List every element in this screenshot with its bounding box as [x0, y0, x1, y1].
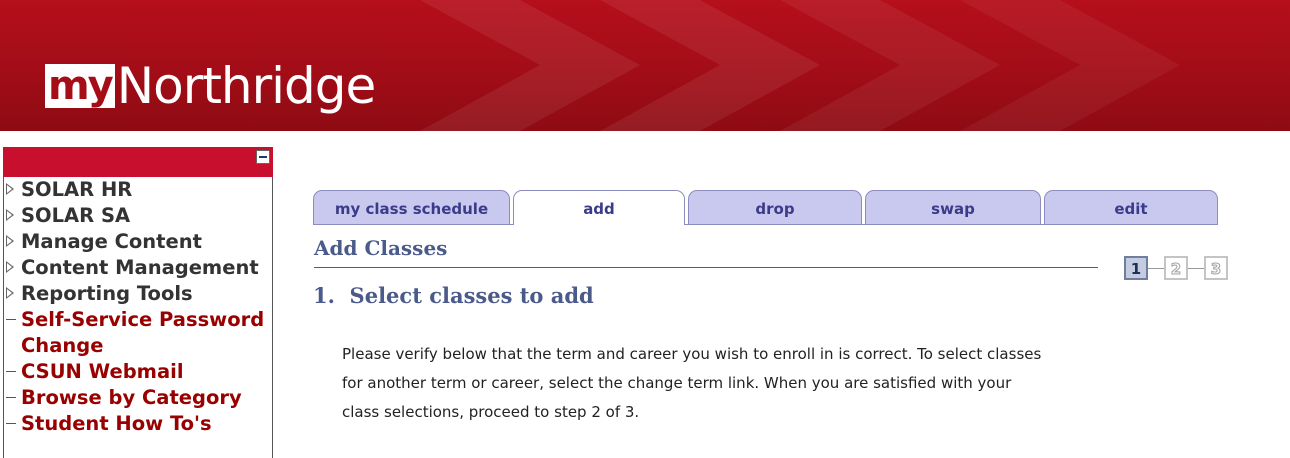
logo-northridge: Northridge — [116, 57, 377, 115]
menu-item-label: Reporting Tools — [21, 282, 193, 305]
step-3-indicator: 3 — [1204, 256, 1228, 280]
step-progress-indicator: 1 2 3 — [1124, 256, 1228, 282]
instructions-text: Please verify below that the term and ca… — [342, 345, 1042, 421]
step-1-indicator: 1 — [1124, 256, 1148, 280]
menu-header-bar — [3, 147, 273, 177]
page-title: Add Classes — [314, 236, 448, 260]
expand-arrow-icon — [6, 209, 14, 221]
site-banner: my Northridge — [0, 0, 1290, 131]
menu-item-reporting-tools[interactable]: Reporting Tools — [4, 281, 272, 307]
menu-item-label: SOLAR HR — [21, 178, 133, 201]
title-divider — [314, 267, 1098, 268]
menu-item-label: Content Management — [21, 256, 259, 279]
menu-item-browse-by-category[interactable]: Browse by Category — [4, 385, 272, 411]
menu-link-label[interactable]: Browse by Category — [21, 385, 242, 411]
tab-edit[interactable]: edit — [1044, 190, 1218, 224]
leaf-dash-icon — [6, 371, 16, 372]
left-navigation-menu: SOLAR HR SOLAR SA Manage Content Content… — [3, 177, 273, 458]
menu-link-label[interactable]: CSUN Webmail — [21, 359, 184, 385]
step-connector — [1188, 268, 1204, 269]
leaf-dash-icon — [6, 423, 16, 424]
logo-my: my — [45, 64, 115, 108]
menu-link-label-continued[interactable]: Change — [21, 333, 103, 359]
menu-item-label: SOLAR SA — [21, 204, 131, 227]
tab-drop[interactable]: drop — [688, 190, 862, 224]
step-connector — [1148, 268, 1164, 269]
menu-item-solar-sa[interactable]: SOLAR SA — [4, 203, 272, 229]
step-2-indicator: 2 — [1164, 256, 1188, 280]
menu-item-csun-webmail[interactable]: CSUN Webmail — [4, 359, 272, 385]
expand-arrow-icon — [6, 235, 14, 247]
menu-item-label: Manage Content — [21, 230, 202, 253]
expand-arrow-icon — [6, 261, 14, 273]
tab-my-class-schedule[interactable]: my class schedule — [313, 190, 510, 224]
menu-item-solar-hr[interactable]: SOLAR HR — [4, 177, 272, 203]
tab-add[interactable]: add — [513, 190, 685, 225]
menu-item-student-how-tos[interactable]: Student How To's — [4, 411, 272, 437]
leaf-dash-icon — [6, 397, 16, 398]
tab-swap[interactable]: swap — [865, 190, 1041, 224]
collapse-menu-button[interactable] — [256, 150, 270, 164]
expand-arrow-icon — [6, 183, 14, 195]
menu-item-self-service-password-change[interactable]: Self-Service Password Change — [4, 307, 272, 359]
menu-item-content-management[interactable]: Content Management — [4, 255, 272, 281]
expand-arrow-icon — [6, 287, 14, 299]
menu-link-label[interactable]: Student How To's — [21, 411, 212, 437]
step-heading: 1. Select classes to add — [313, 283, 594, 308]
menu-link-label[interactable]: Self-Service Password — [21, 307, 264, 333]
leaf-dash-icon — [6, 319, 16, 320]
mynorthridge-logo[interactable]: my Northridge — [45, 50, 377, 122]
menu-item-manage-content[interactable]: Manage Content — [4, 229, 272, 255]
